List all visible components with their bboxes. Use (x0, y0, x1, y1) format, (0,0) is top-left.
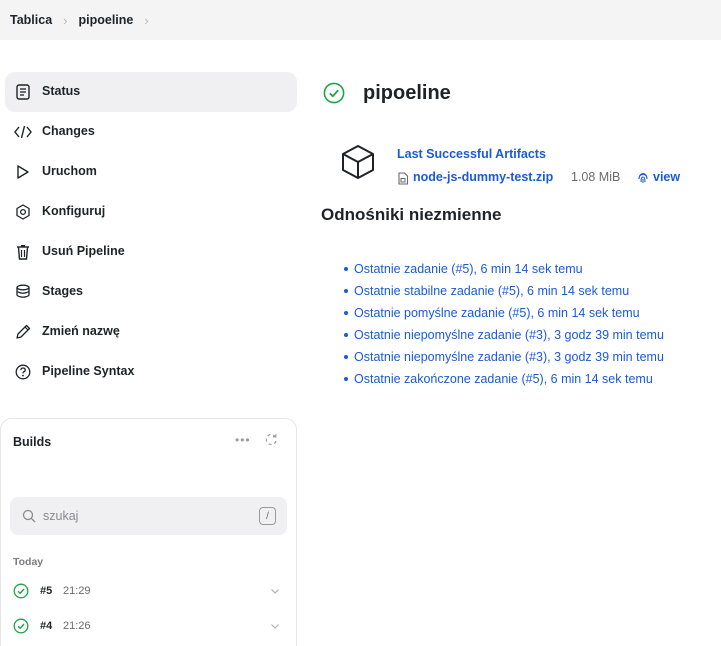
file-icon (397, 172, 409, 185)
build-time: 21:26 (63, 620, 91, 632)
view-fingerprint-link[interactable]: view (653, 170, 680, 184)
breadcrumb-pipoeline[interactable]: pipoeline (79, 13, 134, 27)
permalink-last-unsuccessful-build[interactable]: Ostatnie niepomyślne zadanie (#3), 3 god… (354, 350, 664, 364)
sidebar-item-label: Zmień nazwę (42, 324, 120, 338)
sidebar-item-changes[interactable]: Changes (5, 112, 297, 152)
list-item: Ostatnie niepomyślne zadanie (#3), 3 god… (344, 324, 664, 346)
sidebar-item-usun-pipeline[interactable]: Usuń Pipeline (5, 232, 297, 272)
breadcrumb-separator-icon[interactable]: › (144, 13, 148, 28)
success-icon (13, 583, 29, 599)
search-input[interactable] (43, 506, 243, 526)
sidebar-item-label: Status (42, 84, 81, 98)
list-item: Ostatnie niepomyślne zadanie (#3), 3 god… (344, 346, 664, 368)
sidebar-item-label: Uruchom (42, 164, 97, 178)
search-shortcut-key: / (259, 507, 276, 525)
sidebar-item-label: Stages (42, 284, 83, 298)
layers-icon (14, 283, 32, 301)
document-icon (14, 83, 32, 101)
bullet-icon (344, 289, 348, 293)
sidebar-item-uruchom[interactable]: Uruchom (5, 152, 297, 192)
permalink-last-failed-build[interactable]: Ostatnie niepomyślne zadanie (#3), 3 god… (354, 328, 664, 342)
permalinks-list: Ostatnie zadanie (#5), 6 min 14 sek temu… (344, 258, 664, 390)
refresh-icon[interactable] (264, 433, 278, 447)
sidebar-item-konfiguruj[interactable]: Konfiguruj (5, 192, 297, 232)
pencil-icon (14, 323, 32, 341)
bullet-icon (344, 311, 348, 315)
builds-title: Builds (13, 435, 52, 449)
permalink-last-successful-build[interactable]: Ostatnie pomyślne zadanie (#5), 6 min 14… (354, 306, 640, 320)
sidebar-item-pipeline-syntax[interactable]: Pipeline Syntax (5, 352, 297, 392)
code-icon (14, 123, 32, 141)
breadcrumb-separator-icon: › (63, 12, 68, 28)
list-item: Ostatnie pomyślne zadanie (#5), 6 min 14… (344, 302, 664, 324)
search-icon (22, 509, 36, 523)
list-item: Ostatnie zakończone zadanie (#5), 6 min … (344, 368, 664, 390)
list-item: Ostatnie zadanie (#5), 6 min 14 sek temu (344, 258, 664, 280)
success-icon (323, 82, 345, 104)
last-successful-artifacts-link[interactable]: Last Successful Artifacts (397, 147, 546, 161)
trash-icon (14, 243, 32, 261)
builds-search: / (10, 497, 287, 535)
permalink-last-completed-build[interactable]: Ostatnie zakończone zadanie (#5), 6 min … (354, 372, 653, 386)
chevron-down-icon[interactable] (269, 620, 281, 632)
permalinks-title: Odnośniki niezmienne (321, 205, 502, 224)
sidebar: Status Changes Uruchom Konfiguruj Usuń P… (0, 72, 300, 392)
bullet-icon (344, 267, 348, 271)
build-number[interactable]: #4 (40, 620, 52, 632)
sidebar-item-label: Usuń Pipeline (42, 244, 125, 258)
artifact-file-size: 1.08 MiB (571, 170, 621, 184)
play-icon (14, 163, 32, 181)
permalink-last-build[interactable]: Ostatnie zadanie (#5), 6 min 14 sek temu (354, 262, 583, 276)
breadcrumb-tablica[interactable]: Tablica (10, 13, 52, 27)
breadcrumb: Tablica › pipoeline › (0, 0, 721, 40)
gear-icon (14, 203, 32, 221)
sidebar-item-zmien-nazwe[interactable]: Zmień nazwę (5, 312, 297, 352)
artifact-file-link[interactable]: node-js-dummy-test.zip (413, 170, 553, 184)
build-row[interactable]: #5 21:29 (6, 577, 291, 605)
sidebar-item-label: Pipeline Syntax (42, 364, 135, 378)
page-title: pipoeline (363, 82, 451, 104)
list-item: Ostatnie stabilne zadanie (#5), 6 min 14… (344, 280, 664, 302)
success-icon (13, 618, 29, 634)
bullet-icon (344, 355, 348, 359)
help-icon (14, 363, 32, 381)
package-icon (340, 143, 376, 181)
sidebar-item-status[interactable]: Status (5, 72, 297, 112)
more-options-icon[interactable]: ••• (235, 433, 251, 447)
build-row[interactable]: #4 21:26 (6, 612, 291, 640)
sidebar-item-label: Changes (42, 124, 95, 138)
chevron-down-icon[interactable] (269, 585, 281, 597)
permalink-last-stable-build[interactable]: Ostatnie stabilne zadanie (#5), 6 min 14… (354, 284, 629, 298)
builds-group-label: Today (13, 556, 44, 568)
bullet-icon (344, 377, 348, 381)
sidebar-item-label: Konfiguruj (42, 204, 106, 218)
builds-panel: Builds ••• / Today #5 21:29 #4 21:26 (0, 418, 297, 646)
build-number[interactable]: #5 (40, 585, 52, 597)
sidebar-item-stages[interactable]: Stages (5, 272, 297, 312)
fingerprint-icon (637, 171, 649, 184)
bullet-icon (344, 333, 348, 337)
build-time: 21:29 (63, 585, 91, 597)
